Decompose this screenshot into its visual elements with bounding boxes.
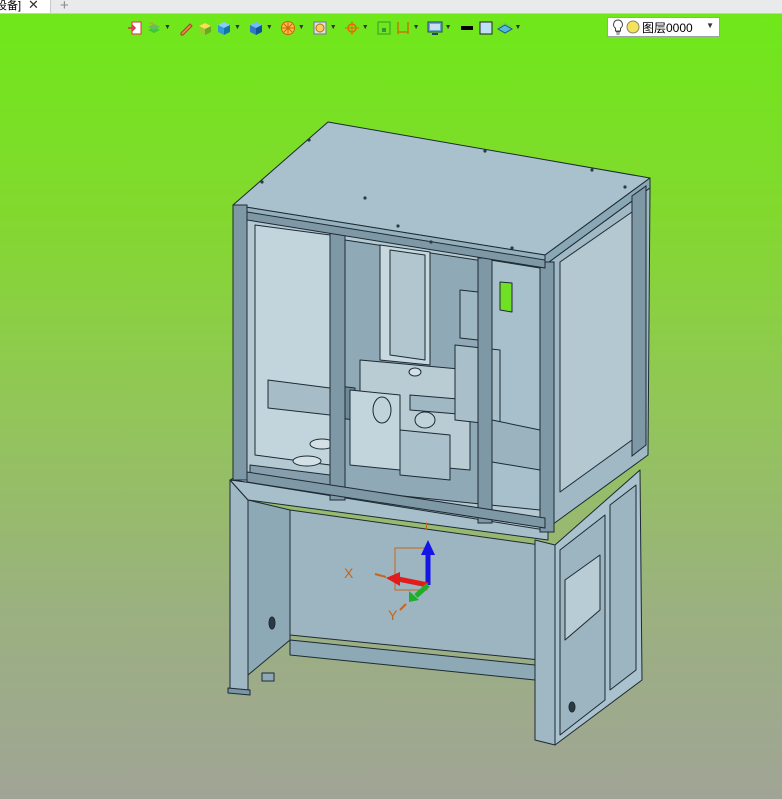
machine-model[interactable]: X Y I: [0, 0, 782, 799]
y-axis-label: Y: [388, 607, 398, 623]
z-axis-label: I: [425, 521, 428, 533]
x-axis-label: X: [344, 565, 354, 581]
